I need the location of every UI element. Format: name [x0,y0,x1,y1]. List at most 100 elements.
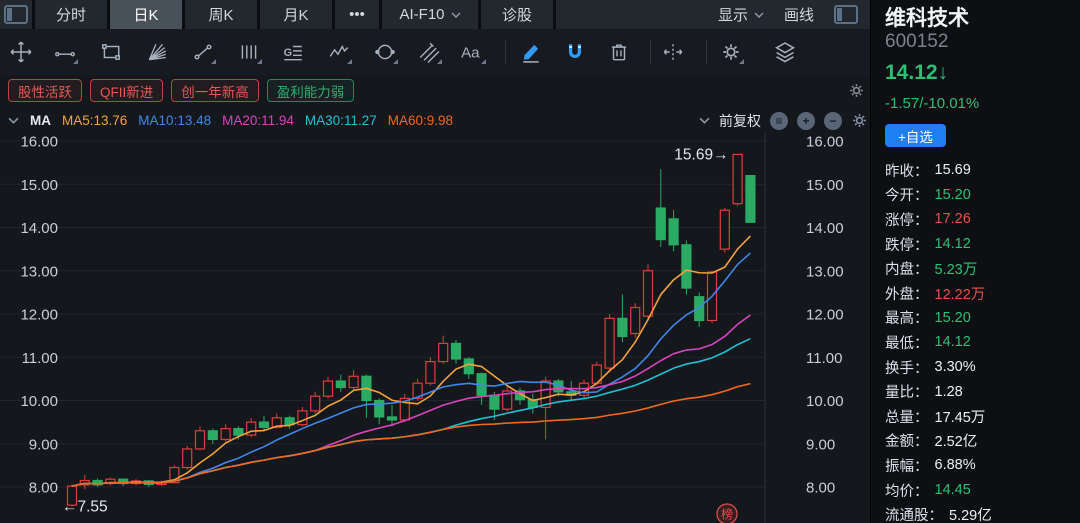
ma-legend-row: MA MA5:13.76MA10:13.48MA20:11.94MA30:11.… [8,108,453,133]
tab-ai-f10[interactable]: AI-F10 [382,0,478,29]
tabbar-right-section: 显示 画线 [556,0,870,29]
chevron-down-icon [754,12,764,18]
svg-text:12.00: 12.00 [806,307,844,324]
trash-icon[interactable] [606,39,632,65]
segment-tool-icon[interactable] [190,39,216,65]
quote-row-label: 昨收： [885,160,929,181]
quote-row-label: 最高： [885,307,929,328]
tab-daily[interactable]: 日K [110,0,182,29]
chart-collapse-button[interactable]: ≡ [770,112,788,130]
svg-text:15.00: 15.00 [806,177,844,194]
quote-row-label: 流通股： [885,504,943,523]
svg-text:←7.55: ←7.55 [62,498,108,515]
horizontal-spread-icon[interactable] [660,39,686,65]
quote-row-label: 外盘： [885,283,929,304]
tab-label: 月K [283,4,308,25]
layout-toggle-right-button[interactable] [834,5,858,24]
zoom-in-button[interactable]: + [797,112,815,130]
settings-gear-icon[interactable] [718,39,744,65]
quote-row: 流通股： 5.29亿 [885,502,1074,523]
quote-row: 振幅： 6.88% [885,453,1074,478]
quote-row: 最高： 15.20 [885,306,1074,331]
wave-tool-icon[interactable] [326,39,352,65]
quote-row-label: 均价： [885,480,929,501]
tag-one-year-high[interactable]: 创一年新高 [171,79,259,102]
toolbar-divider [706,40,707,64]
quote-row: 内盘：5.23万 [885,256,1074,281]
svg-text:11.00: 11.00 [22,350,58,367]
adjust-mode-label[interactable]: 前复权 [719,111,761,131]
display-menu-label: 显示 [718,4,748,25]
chevron-down-icon[interactable] [8,117,19,124]
gann-grid-icon[interactable]: G [280,39,306,65]
quote-row-label: 今开： [885,184,929,205]
quote-stats-list: 昨收：15.69今开：15.20涨停：17.26跌停：14.12内盘：5.23万… [885,158,1074,523]
ellipse-tool-icon[interactable] [372,39,398,65]
price-change: -1.57/-10.01% [885,95,979,112]
rectangle-tool-icon[interactable] [98,39,124,65]
stock-tags-row: 股性活跃 QFII新进创一年新高盈利能力弱 [8,79,354,102]
layers-icon[interactable] [772,39,798,65]
toolbar-divider [650,40,651,64]
quote-row-value: 6.88% [935,457,976,473]
quote-row-label: 金额： [885,430,929,451]
quote-row-value: 15.20 [935,310,971,326]
quote-row-value: 1.28 [935,384,963,400]
tag-active-stock[interactable]: 股性活跃 [8,79,82,102]
tab-monthly[interactable]: 月K [260,0,332,29]
rank-badge: 榜 [717,504,737,523]
tag-qfii-new[interactable]: QFII新进 [90,79,163,102]
chart-controls: 前复权 ≡ + − [650,108,868,133]
svg-text:10.00: 10.00 [806,393,844,410]
trend-line-icon[interactable] [52,39,78,65]
text-tool-icon[interactable]: Aa [460,39,486,65]
svg-text:10.00: 10.00 [20,393,58,410]
stock-name: 维科技术 [885,2,969,32]
quote-row-label: 跌停： [885,234,929,255]
ma-legend-item: MA5:13.76 [62,113,127,128]
chart-settings-gear-icon[interactable] [851,112,868,129]
period-tabbar: 分时 日K 周K 月K ••• AI-F10 诊股 显示 画线 [0,0,870,29]
chevron-down-icon[interactable] [699,117,710,124]
zoom-out-button[interactable]: − [824,112,842,130]
svg-text:8.00: 8.00 [806,480,835,497]
vertical-lines-icon[interactable] [236,39,262,65]
quote-row: 均价：14.45 [885,478,1074,503]
tab-weekly[interactable]: 周K [185,0,257,29]
svg-text:榜: 榜 [721,507,733,522]
tab-minute[interactable]: 分时 [35,0,107,29]
quote-row-value: 17.26 [935,211,971,227]
tags-gear-icon[interactable] [848,82,865,104]
quote-row-value: 12.22万 [935,283,986,304]
draw-line-button[interactable]: 画线 [784,4,814,25]
tab-label: AI-F10 [399,6,444,23]
layout-toggle-left-button[interactable] [0,0,32,29]
display-menu-button[interactable]: 显示 [718,4,764,25]
pitchfork-tool-icon[interactable] [416,39,442,65]
svg-text:8.00: 8.00 [29,480,58,497]
quote-row-value: 14.12 [935,236,971,252]
tab-label: 分时 [56,4,86,25]
ma-legend-item: MA60:9.98 [388,113,453,128]
tag-weak-profit[interactable]: 盈利能力弱 [267,79,355,102]
quote-row: 最低：14.12 [885,330,1074,355]
chevron-down-icon [451,12,461,18]
svg-text:Aa: Aa [461,44,480,61]
move-icon[interactable] [8,39,34,65]
grid: 16.0016.0015.0015.0014.0014.0013.0013.00… [0,133,844,523]
tab-more[interactable]: ••• [335,0,379,29]
quote-row-label: 总量： [885,406,929,427]
pencil-tool-icon[interactable] [518,39,544,65]
svg-text:15.00: 15.00 [20,177,58,194]
quote-row-value: 5.29亿 [949,504,992,523]
toolbar-divider [505,40,506,64]
quote-row-value: 17.45万 [935,406,986,427]
gann-fan-icon[interactable] [144,39,170,65]
add-watchlist-button[interactable]: +自选 [885,124,946,147]
magnet-icon[interactable] [562,39,588,65]
svg-text:14.00: 14.00 [806,220,844,237]
quote-row-label: 振幅： [885,455,929,476]
kline-chart[interactable]: 16.0016.0015.0015.0014.0014.0013.0013.00… [0,133,870,523]
tab-diagnose[interactable]: 诊股 [481,0,553,29]
tab-label: 周K [208,4,233,25]
